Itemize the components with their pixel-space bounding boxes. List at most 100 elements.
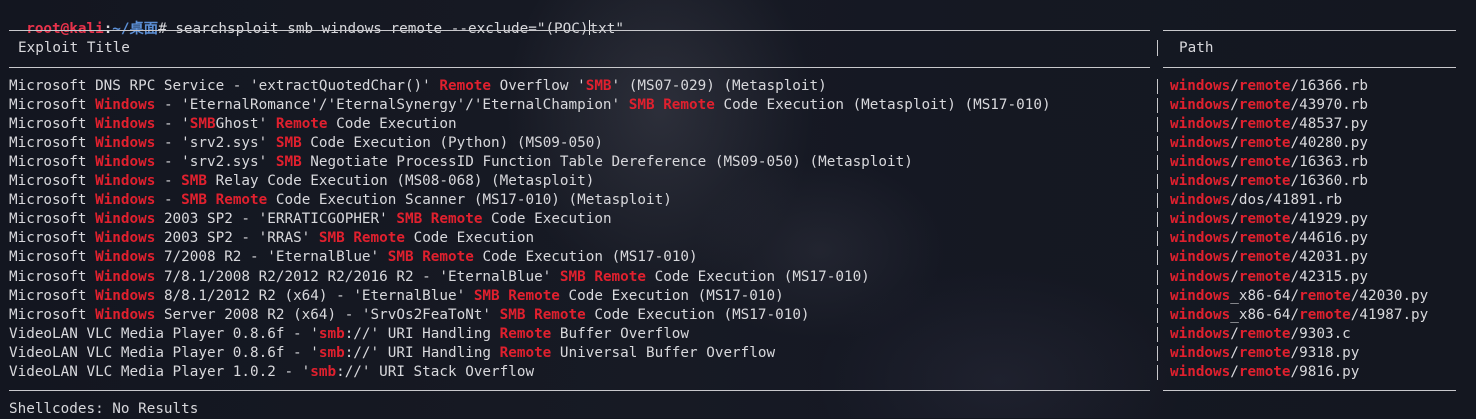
row-divider [1157, 193, 1158, 208]
text-segment: Microsoft [9, 230, 96, 246]
keyword-highlight: windows [1170, 78, 1231, 94]
text-segment: VideoLAN VLC Media Player 0.8.6f - ' [9, 345, 319, 361]
keyword-highlight: windows [1170, 135, 1231, 151]
keyword-highlight: Remote [353, 230, 405, 246]
command-text-after-cursor[interactable]: txt" [590, 21, 624, 37]
keyword-highlight: Windows [95, 288, 156, 304]
keyword-highlight: remote [1238, 230, 1291, 246]
text-segment: ://' URI Stack Overflow [336, 364, 535, 380]
keyword-highlight: remote [1238, 269, 1291, 285]
prompt-symbol: # [158, 21, 167, 37]
row-divider [1157, 212, 1158, 227]
text-segment: Microsoft [9, 269, 96, 285]
exploit-path-cell: windows/remote/42315.py [1170, 268, 1368, 287]
exploit-path-cell: windows/remote/48537.py [1170, 115, 1368, 134]
text-segment: / [1230, 154, 1239, 170]
exploit-path-cell: windows/remote/16363.rb [1170, 153, 1368, 172]
keyword-highlight: windows [1170, 288, 1231, 304]
keyword-highlight: remote [1299, 288, 1351, 304]
keyword-highlight: SMB [396, 211, 423, 227]
exploit-path-cell: windows_x86-64/remote/42030.py [1170, 287, 1428, 306]
exploit-path-cell: windows/remote/16366.rb [1170, 77, 1368, 96]
keyword-highlight: Remote [439, 78, 492, 94]
text-segment: /42030.py [1350, 288, 1429, 304]
text-segment: ://' URI Handling [344, 326, 500, 342]
text-segment: /9816.py [1290, 364, 1360, 380]
exploit-title-cell: Microsoft Windows - 'srv2.sys' SMB Code … [9, 134, 603, 153]
text-segment: Ghost' [215, 116, 276, 132]
keyword-highlight: Remote [499, 345, 552, 361]
keyword-highlight: SMB [387, 249, 414, 265]
keyword-highlight: Windows [95, 249, 156, 265]
text-segment: 7/2008 R2 - 'EternalBlue' [155, 249, 388, 265]
command-line[interactable]: root@kali:~/桌面# searchsploit smb windows… [9, 1, 624, 37]
text-segment: / [1230, 249, 1239, 265]
row-divider [1157, 346, 1158, 361]
exploit-title-cell: VideoLAN VLC Media Player 0.8.6f - 'smb:… [9, 325, 689, 344]
text-segment: /44616.py [1290, 230, 1368, 246]
keyword-highlight: windows [1170, 97, 1231, 113]
exploit-path-cell: windows/remote/16360.rb [1170, 172, 1368, 191]
command-text[interactable]: searchsploit smb windows remote --exclud… [175, 21, 588, 37]
text-segment: Microsoft [9, 154, 96, 170]
text-segment [414, 249, 423, 265]
exploit-title-cell: Microsoft Windows Server 2008 R2 (x64) -… [9, 306, 810, 325]
keyword-highlight: Windows [95, 307, 156, 323]
exploit-title-cell: Microsoft Windows 7/2008 R2 - 'EternalBl… [9, 248, 698, 267]
row-divider [1157, 365, 1158, 380]
text-segment: Code Execution (MS17-010) [473, 249, 698, 265]
text-segment: /40280.py [1290, 135, 1368, 151]
keyword-highlight: remote [1238, 345, 1291, 361]
keyword-highlight: SMB [181, 173, 207, 189]
text-segment: Negotiate ProcessID Function Table Deref… [301, 154, 913, 170]
text-segment: ' (MS07-029) (Metasploit) [611, 78, 827, 94]
column-header-exploit-title: Exploit Title [18, 40, 130, 56]
header-bottom-rule-right [1163, 67, 1456, 68]
keyword-highlight: SMB [318, 230, 345, 246]
row-divider [1157, 250, 1158, 265]
row-divider [1157, 174, 1158, 189]
footer-rule-left [9, 390, 1150, 391]
keyword-highlight: remote [1238, 249, 1291, 265]
text-segment: Code Execution Scanner (MS17-010) (Metas… [267, 192, 672, 208]
text-segment: / [1230, 269, 1239, 285]
text-segment: - 'srv2.sys' [155, 135, 276, 151]
exploit-title-cell: Microsoft Windows - 'EternalRomance'/'Et… [9, 96, 1051, 115]
text-segment: / [1230, 116, 1239, 132]
text-segment: Overflow ' [491, 78, 586, 94]
header-top-rule-right [1163, 30, 1456, 31]
text-segment: Buffer Overflow [551, 326, 690, 342]
row-divider [1157, 231, 1158, 246]
text-segment: Code Execution (Metasploit) (MS17-010) [714, 97, 1051, 113]
text-segment: _x86-64/ [1230, 307, 1300, 323]
text-segment: Code Execution (Python) (MS09-050) [301, 135, 603, 151]
text-segment [422, 211, 431, 227]
text-segment: Microsoft [9, 97, 96, 113]
prompt-path: ~/桌面 [112, 21, 159, 37]
text-segment: Code Execution [327, 116, 457, 132]
exploit-path-cell: windows/dos/41891.rb [1170, 191, 1342, 210]
text-segment: - 'EternalRomance'/'EternalSynergy'/'Ete… [155, 97, 629, 113]
keyword-highlight: windows [1170, 192, 1231, 208]
keyword-highlight: windows [1170, 173, 1231, 189]
keyword-highlight: Remote [663, 97, 715, 113]
prompt-separator: : [103, 21, 113, 37]
text-segment: VideoLAN VLC Media Player 0.8.6f - ' [9, 326, 319, 342]
keyword-highlight: smb [318, 345, 345, 361]
row-divider [1157, 79, 1158, 94]
keyword-highlight: Windows [95, 269, 156, 285]
keyword-highlight: Remote [422, 249, 474, 265]
text-segment: ://' URI Handling [344, 345, 500, 361]
text-segment: /16360.rb [1290, 173, 1368, 189]
exploit-title-cell: Microsoft Windows 8/8.1/2012 R2 (x64) - … [9, 287, 784, 306]
text-segment: /16363.rb [1290, 154, 1368, 170]
keyword-highlight: windows [1170, 249, 1231, 265]
text-segment: /48537.py [1290, 116, 1368, 132]
exploit-path-cell: windows/remote/9303.c [1170, 325, 1351, 344]
text-segment: / [1230, 211, 1239, 227]
keyword-highlight: Windows [95, 211, 156, 227]
text-segment: - [155, 173, 182, 189]
text-segment: Code Execution (MS17-010) [646, 269, 870, 285]
text-segment: Universal Buffer Overflow [551, 345, 776, 361]
keyword-highlight: windows [1170, 116, 1231, 132]
